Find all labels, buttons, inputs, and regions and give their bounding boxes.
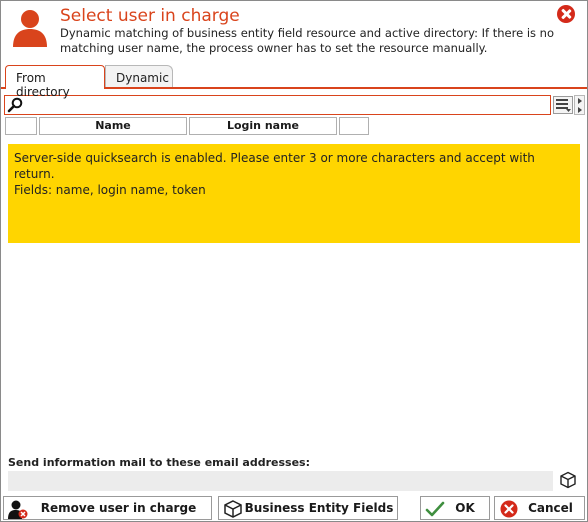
dialog-title: Select user in charge (60, 6, 240, 26)
button-bar: Remove user in charge Business Entity Fi… (1, 496, 587, 521)
search-box[interactable] (4, 95, 551, 115)
mail-label: Send information mail to these email add… (8, 456, 310, 469)
dialog-header: Select user in charge Dynamic matching o… (1, 1, 587, 61)
tab-dynamic[interactable]: Dynamic (105, 65, 173, 89)
business-entity-fields-label: Business Entity Fields (244, 501, 394, 515)
column-header-select[interactable] (5, 117, 37, 135)
email-addresses-field[interactable] (8, 471, 553, 491)
select-user-dialog: Select user in charge Dynamic matching o… (0, 0, 588, 522)
ok-button[interactable]: OK (420, 496, 490, 520)
quicksearch-notice: Server-side quicksearch is enabled. Plea… (8, 144, 580, 243)
dialog-subtitle: Dynamic matching of business entity fiel… (60, 26, 554, 55)
column-header-extra[interactable] (339, 117, 369, 135)
close-icon[interactable] (557, 5, 575, 23)
business-entity-fields-button[interactable]: Business Entity Fields (218, 496, 398, 520)
box-icon[interactable] (559, 471, 577, 489)
remove-user-label: Remove user in charge (40, 501, 197, 515)
scroll-arrows[interactable] (574, 95, 585, 115)
column-header-login-name[interactable]: Login name (189, 117, 337, 135)
tab-bar: From directory Dynamic (1, 65, 587, 99)
notice-line-1: Server-side quicksearch is enabled. Plea… (14, 151, 535, 181)
tab-from-directory[interactable]: From directory (5, 65, 105, 99)
column-header-name[interactable]: Name (39, 117, 187, 135)
search-input[interactable] (25, 97, 545, 113)
remove-user-button[interactable]: Remove user in charge (3, 496, 212, 520)
search-row (4, 95, 585, 115)
column-chooser-icon[interactable] (553, 96, 573, 114)
search-icon (7, 97, 23, 113)
cancel-button[interactable]: Cancel (494, 496, 585, 520)
cancel-label: Cancel (528, 501, 573, 515)
ok-label: OK (455, 501, 475, 515)
notice-line-2: Fields: name, login name, token (14, 183, 206, 197)
user-icon (13, 10, 47, 47)
